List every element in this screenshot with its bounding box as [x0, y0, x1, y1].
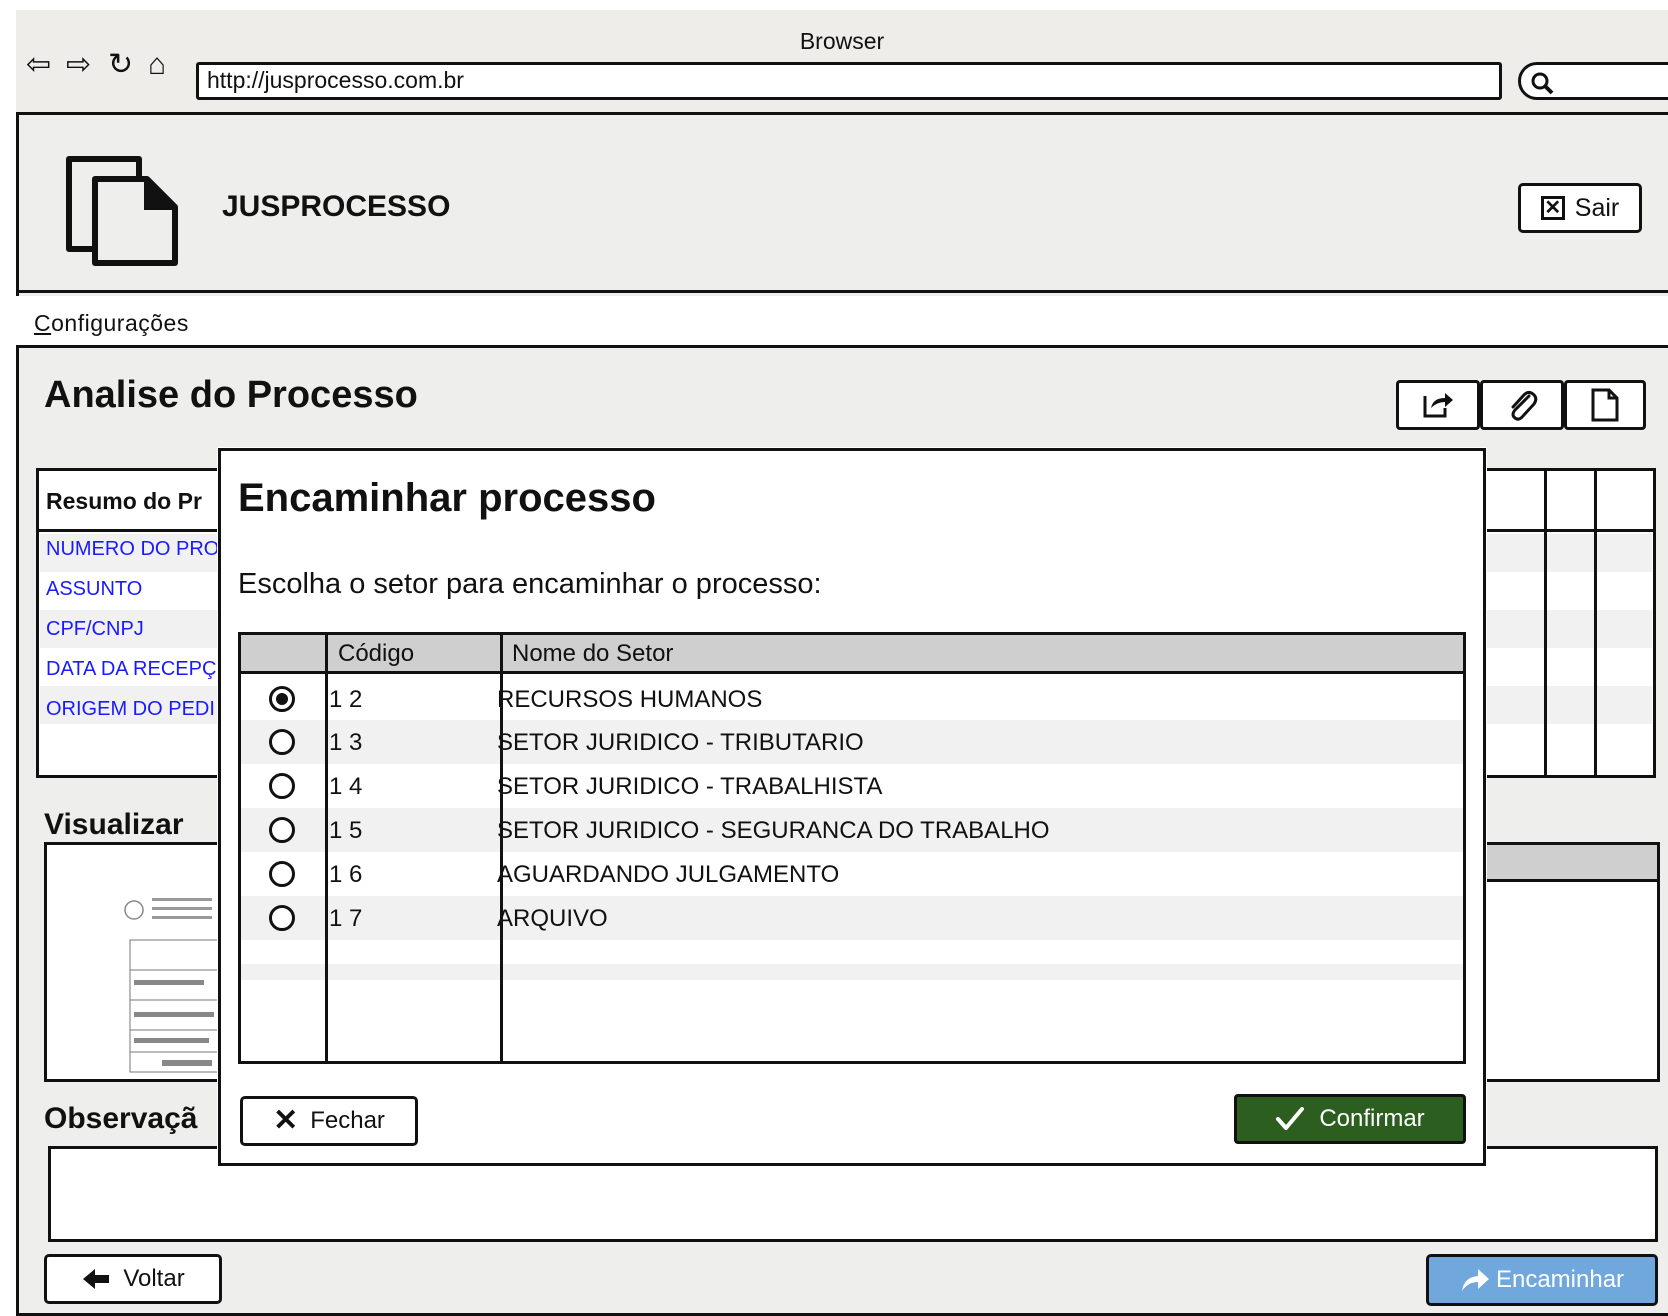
sector-radio[interactable] — [269, 817, 295, 843]
app-name: JUSPROCESSO — [222, 190, 451, 223]
browser-search-field[interactable] — [1518, 62, 1668, 100]
sector-radio[interactable] — [269, 905, 295, 931]
logout-label: Sair — [1574, 193, 1620, 222]
close-box-icon: ✕ — [1540, 196, 1565, 220]
visualizar-label: Visualizar — [44, 808, 184, 841]
dialog-title: Encaminhar processo — [238, 476, 656, 520]
sector-name: SETOR JURIDICO - TRABALHISTA — [497, 773, 883, 800]
dialog-instruction: Escolha o setor para encaminhar o proces… — [238, 568, 822, 600]
reload-icon[interactable]: ↻ — [108, 50, 133, 80]
table-row[interactable]: 1 6 AGUARDANDO JULGAMENTO — [241, 852, 1463, 896]
table-row[interactable]: 1 3 SETOR JURIDICO - TRIBUTARIO — [241, 720, 1463, 764]
table-header — [238, 632, 1466, 674]
close-button[interactable]: ✕ Fechar — [240, 1096, 418, 1146]
observacao-label: Observaçã — [44, 1102, 198, 1135]
column-header-codigo[interactable]: Código — [338, 640, 414, 668]
summary-field[interactable]: CPF/CNPJ — [46, 618, 144, 641]
summary-field[interactable]: ORIGEM DO PEDI — [46, 698, 215, 721]
attach-button[interactable] — [1480, 380, 1564, 430]
sector-code: 1 6 — [329, 861, 363, 888]
sector-code: 1 3 — [329, 729, 363, 756]
home-icon[interactable]: ⌂ — [148, 50, 166, 80]
confirm-button[interactable]: Confirmar — [1234, 1094, 1466, 1144]
sector-name: ARQUIVO — [497, 905, 608, 932]
sector-code: 1 2 — [329, 686, 363, 713]
sector-radio[interactable] — [269, 773, 295, 799]
share-arrow-icon — [1461, 1269, 1489, 1291]
viewer-header — [1470, 842, 1660, 882]
forward-label: Encaminhar — [1495, 1266, 1625, 1293]
url-bar[interactable]: http://jusprocesso.com.br — [196, 62, 1502, 100]
page-title: Analise do Processo — [44, 374, 418, 416]
back-arrow-icon[interactable]: ⇦ — [26, 50, 51, 80]
search-icon — [1531, 72, 1554, 95]
new-document-button[interactable] — [1564, 380, 1646, 430]
sector-name: AGUARDANDO JULGAMENTO — [497, 861, 840, 888]
share-button[interactable] — [1396, 380, 1480, 430]
forward-arrow-icon[interactable]: ⇨ — [66, 50, 91, 80]
logout-button[interactable]: ✕ Sair — [1518, 183, 1642, 233]
sector-name: SETOR JURIDICO - TRIBUTARIO — [497, 729, 864, 756]
summary-field[interactable]: NUMERO DO PRO — [46, 538, 219, 561]
table-row[interactable]: 1 7 ARQUIVO — [241, 896, 1463, 940]
scanned-document-image — [122, 880, 232, 1075]
sector-name: RECURSOS HUMANOS — [497, 686, 763, 713]
back-button[interactable]: Voltar — [44, 1254, 222, 1304]
sector-code: 1 7 — [329, 905, 363, 932]
sector-radio[interactable] — [269, 729, 295, 755]
forward-process-button[interactable]: Encaminhar — [1426, 1254, 1658, 1306]
checkmark-icon — [1276, 1107, 1305, 1130]
arrow-left-icon — [83, 1269, 110, 1289]
table-row[interactable]: 1 2 RECURSOS HUMANOS — [241, 677, 1463, 721]
paperclip-icon — [1511, 390, 1538, 421]
table-row[interactable]: 1 4 SETOR JURIDICO - TRABALHISTA — [241, 764, 1463, 808]
sector-radio[interactable] — [269, 861, 295, 887]
browser-title: Browser — [799, 28, 885, 54]
table-row[interactable]: 1 5 SETOR JURIDICO - SEGURANCA DO TRABAL… — [241, 808, 1463, 852]
document-logo-icon — [92, 176, 178, 266]
summary-field[interactable]: ASSUNTO — [46, 578, 142, 601]
back-label: Voltar — [123, 1265, 185, 1292]
sector-code: 1 4 — [329, 773, 363, 800]
menu-bar — [16, 296, 1668, 348]
close-icon: ✕ — [273, 1104, 299, 1137]
close-label: Fechar — [310, 1107, 385, 1134]
column-header-nome[interactable]: Nome do Setor — [512, 640, 673, 668]
document-icon — [1591, 388, 1619, 422]
menu-item-configuracoes[interactable]: Configurações — [34, 310, 189, 337]
sector-name: SETOR JURIDICO - SEGURANCA DO TRABALHO — [497, 817, 1050, 844]
summary-field[interactable]: DATA DA RECEPÇ — [46, 658, 216, 681]
sector-code: 1 5 — [329, 817, 363, 844]
sector-radio[interactable] — [269, 686, 295, 712]
confirm-label: Confirmar — [1319, 1105, 1425, 1132]
share-icon — [1423, 393, 1453, 418]
summary-title: Resumo do Pr — [46, 488, 202, 514]
